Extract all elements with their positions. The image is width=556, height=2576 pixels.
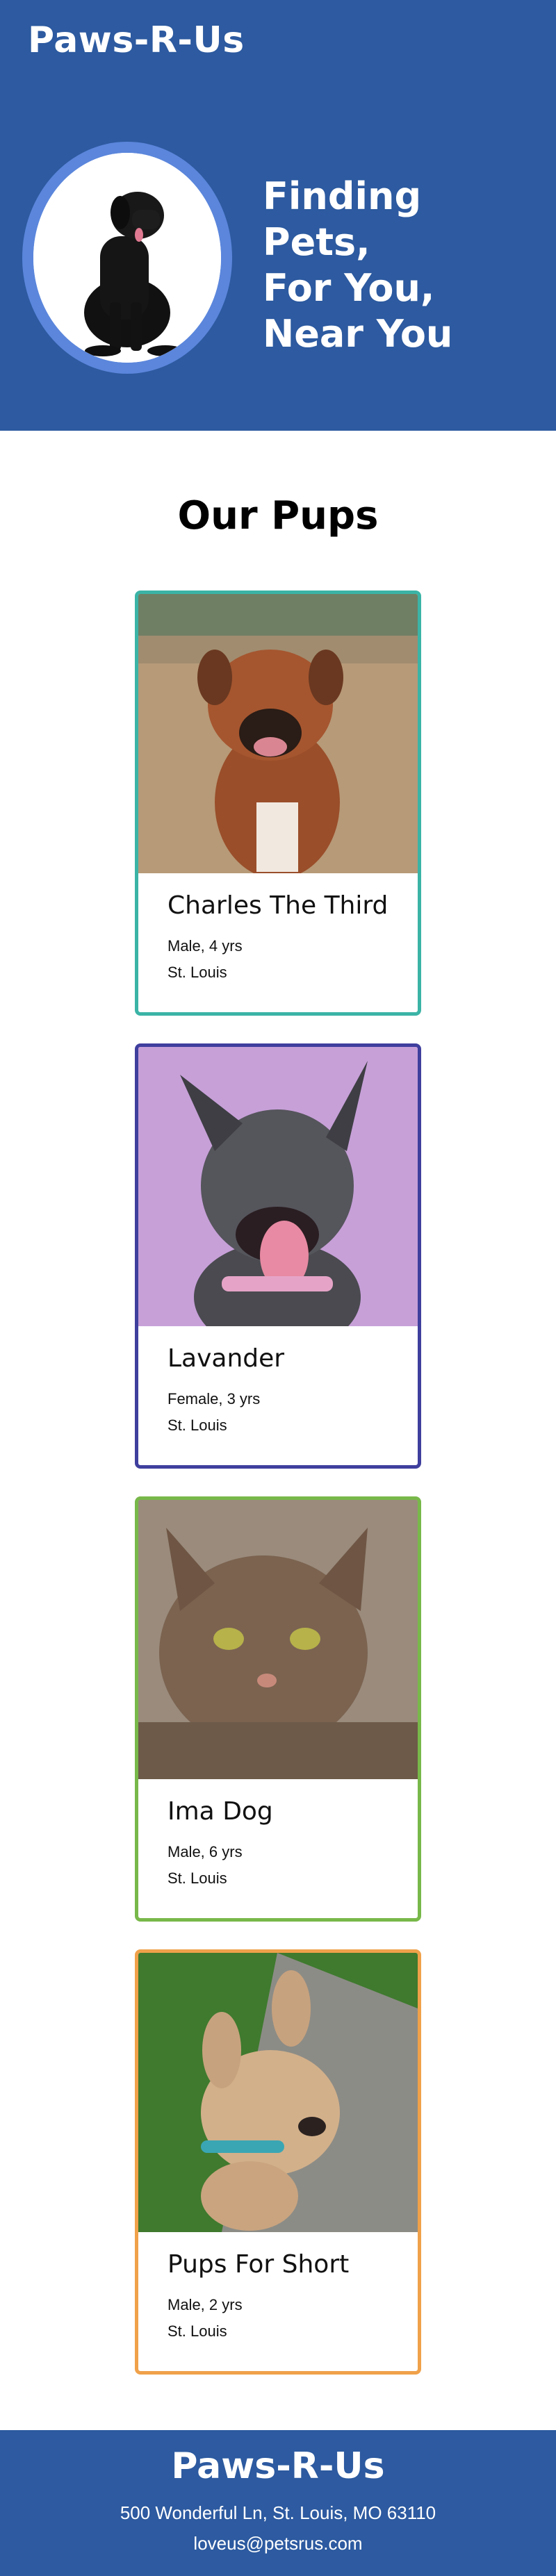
pet-location: St. Louis: [167, 1417, 227, 1434]
pet-card[interactable]: Ima Dog Male, 6 yrs St. Louis: [135, 1496, 421, 1922]
pet-details: Male, 2 yrs: [167, 2296, 243, 2313]
tagline-line-3: Near You: [263, 312, 453, 356]
pet-name: Lavander: [167, 1344, 285, 1373]
hero-dog-photo: [33, 153, 221, 363]
pet-info: Male, 2 yrs St. Louis: [167, 2292, 243, 2345]
pet-card[interactable]: Pups For Short Male, 2 yrs St. Louis: [135, 1949, 421, 2375]
section-title: Our Pups: [177, 493, 379, 538]
hero-tagline: Finding Pets, For You, Near You: [263, 174, 541, 357]
pet-location: St. Louis: [167, 2322, 227, 2340]
tan-puppy-photo: [138, 1953, 418, 2232]
pet-card[interactable]: Lavander Female, 3 yrs St. Louis: [135, 1043, 421, 1469]
footer-email-link[interactable]: loveus@petsrus.com: [0, 2533, 556, 2554]
pet-card[interactable]: Charles The Third Male, 4 yrs St. Louis: [135, 591, 421, 1016]
pet-details: Male, 6 yrs: [167, 1843, 243, 1860]
pet-info: Male, 6 yrs St. Louis: [167, 1839, 243, 1892]
hero-banner: Paws-R-Us Finding Pets, For You, Near Yo…: [0, 0, 556, 431]
tagline-line-1: Finding Pets,: [263, 174, 422, 264]
pet-info: Female, 3 yrs St. Louis: [167, 1386, 260, 1439]
gray-pitbull-dog-photo: [138, 1047, 418, 1326]
tabby-cat-photo: [138, 1500, 418, 1779]
footer-address: 500 Wonderful Ln, St. Louis, MO 63110: [120, 2502, 436, 2523]
tagline-line-2: For You,: [263, 266, 435, 310]
pet-location: St. Louis: [167, 964, 227, 981]
pet-info: Male, 4 yrs St. Louis: [167, 933, 243, 986]
pet-location: St. Louis: [167, 1869, 227, 1887]
pet-details: Female, 3 yrs: [167, 1390, 261, 1407]
footer: Paws-R-Us 500 Wonderful Ln, St. Louis, M…: [0, 2430, 556, 2576]
pet-details: Male, 4 yrs: [167, 937, 243, 955]
brown-boxer-dog-photo: [138, 594, 418, 873]
pet-name: Pups For Short: [167, 2250, 350, 2279]
footer-brand[interactable]: Paws-R-Us: [0, 2445, 556, 2487]
pet-name: Ima Dog: [167, 1797, 273, 1826]
brand-logo-text[interactable]: Paws-R-Us: [28, 19, 245, 61]
pet-name: Charles The Third: [167, 891, 389, 920]
